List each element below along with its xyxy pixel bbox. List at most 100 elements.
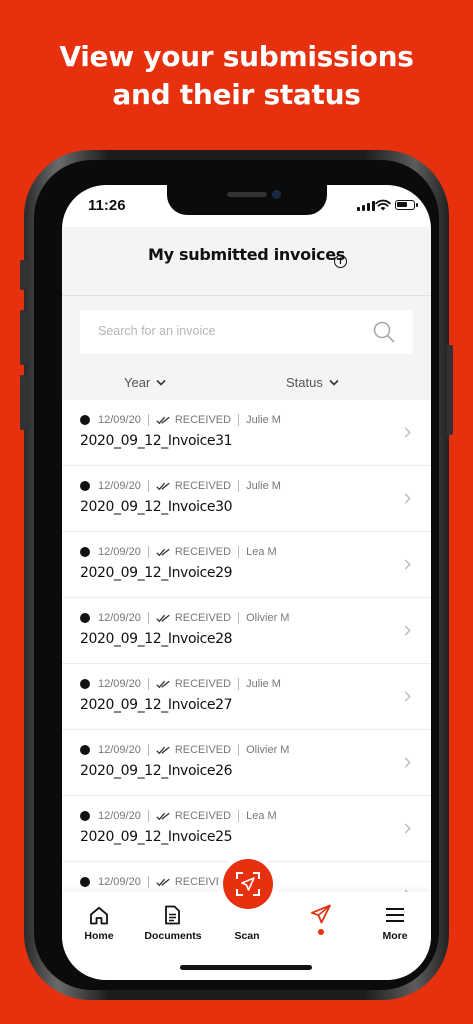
filter-bar: Year Status	[62, 375, 431, 395]
active-tab-indicator	[318, 929, 324, 935]
double-check-icon	[156, 548, 170, 556]
invoice-meta: 12/09/20 RECEIVED Olivier M	[80, 612, 289, 624]
status-dot	[80, 547, 90, 557]
invoice-status: RECEIVED	[174, 480, 232, 492]
separator	[238, 546, 240, 558]
separator	[238, 810, 240, 822]
invoice-row[interactable]: 12/09/20 RECEIVED Julie M 2020_09_12_Inv…	[62, 400, 431, 466]
separator	[147, 876, 149, 888]
status-dot	[80, 745, 90, 755]
invoice-status: RECEIVED	[174, 414, 232, 426]
status-dot	[80, 613, 90, 623]
chevron-right-icon	[404, 559, 411, 570]
status-filter[interactable]: Status	[286, 375, 339, 390]
status-dot	[80, 877, 90, 887]
double-check-icon	[156, 482, 170, 490]
invoice-user: Julie M	[246, 480, 281, 492]
phone-bezel: 11:26 My submitted invoices i Search for…	[34, 160, 439, 990]
double-check-icon	[156, 416, 170, 424]
phone-frame: 11:26 My submitted invoices i Search for…	[20, 150, 453, 1000]
status-time: 11:26	[88, 197, 126, 214]
separator	[238, 414, 240, 426]
invoice-name: 2020_09_12_Invoice31	[80, 433, 233, 449]
invoice-row[interactable]: 12/09/20 RECEIVED Lea M 2020_09_12_Invoi…	[62, 532, 431, 598]
home-indicator	[180, 965, 312, 970]
invoice-row[interactable]: 12/09/20 RECEIVED Julie M 2020_09_12_Inv…	[62, 664, 431, 730]
status-dot	[80, 679, 90, 689]
search-placeholder: Search for an invoice	[98, 324, 216, 338]
invoice-name: 2020_09_12_Invoice30	[80, 499, 233, 515]
separator	[147, 414, 149, 426]
double-check-icon	[156, 614, 170, 622]
invoice-meta: 12/09/20 RECEIVED Julie M	[80, 678, 281, 690]
double-check-icon	[156, 812, 170, 820]
chevron-right-icon	[404, 757, 411, 768]
tab-more-label: More	[382, 930, 408, 942]
invoice-date: 12/09/20	[98, 678, 141, 690]
invoice-date: 12/09/20	[98, 546, 141, 558]
invoice-user: Olivier M	[246, 744, 290, 756]
invoice-name: 2020_09_12_Invoice25	[80, 829, 233, 845]
invoice-meta: 12/09/20 RECEIVED Olivier M	[80, 744, 289, 756]
tab-documents-label: Documents	[144, 930, 202, 942]
invoice-user: Lea M	[246, 810, 277, 822]
info-icon[interactable]: i	[334, 255, 347, 268]
headline-line-2: and their status	[112, 78, 361, 111]
camera	[272, 190, 281, 199]
signal-icon	[357, 201, 375, 211]
invoice-name: 2020_09_12_Invoice29	[80, 565, 233, 581]
status-dot	[80, 481, 90, 491]
invoice-date: 12/09/20	[98, 414, 141, 426]
status-dot	[80, 415, 90, 425]
year-filter[interactable]: Year	[124, 375, 166, 390]
phone-volume-down	[20, 375, 26, 430]
invoice-status: RECEIVED	[174, 810, 232, 822]
year-filter-label: Year	[124, 375, 151, 390]
invoice-meta: 12/09/20 RECEIVED Julie M	[80, 480, 281, 492]
invoice-row[interactable]: 12/09/20 RECEIVED Olivier M 2020_09_12_I…	[62, 730, 431, 796]
double-check-icon	[156, 680, 170, 688]
invoice-user: Julie M	[246, 678, 281, 690]
invoice-date: 12/09/20	[98, 876, 141, 888]
title-row: My submitted invoices i	[62, 245, 431, 268]
separator	[147, 480, 149, 492]
invoice-status: RECEIVED	[174, 612, 232, 624]
separator	[147, 810, 149, 822]
separator	[147, 678, 149, 690]
separator	[238, 612, 240, 624]
tab-scan-label: Scan	[234, 930, 260, 942]
invoice-date: 12/09/20	[98, 810, 141, 822]
chevron-down-icon	[156, 379, 166, 386]
invoice-row[interactable]: 12/09/20 RECEIVED Olivier M 2020_09_12_I…	[62, 598, 431, 664]
invoice-list: 12/09/20 RECEIVED Julie M 2020_09_12_Inv…	[62, 400, 431, 928]
tab-home-label: Home	[84, 930, 114, 942]
invoice-name: 2020_09_12_Invoice26	[80, 763, 233, 779]
promo-headline: View your submissions and their status	[0, 38, 473, 114]
separator	[238, 480, 240, 492]
separator	[238, 744, 240, 756]
chevron-right-icon	[404, 625, 411, 636]
invoice-status: RECEIVED	[174, 678, 232, 690]
invoice-row[interactable]: 12/09/20 RECEIVED Julie M 2020_09_12_Inv…	[62, 466, 431, 532]
invoice-meta: 12/09/20 RECEIVED Lea M	[80, 546, 277, 558]
search-icon[interactable]	[373, 321, 395, 343]
status-filter-label: Status	[286, 375, 323, 390]
phone-volume-up	[20, 310, 26, 365]
double-check-icon	[156, 746, 170, 754]
headline-line-1: View your submissions	[59, 40, 414, 73]
scan-icon	[236, 872, 260, 896]
scan-button[interactable]	[223, 859, 273, 909]
chevron-right-icon	[404, 823, 411, 834]
status-dot	[80, 811, 90, 821]
invoice-user: Olivier M	[246, 612, 290, 624]
invoice-date: 12/09/20	[98, 612, 141, 624]
phone-notch	[167, 185, 327, 215]
invoice-date: 12/09/20	[98, 744, 141, 756]
chevron-right-icon	[404, 691, 411, 702]
invoice-row[interactable]: 12/09/20 RECEIVED Lea M 2020_09_12_Invoi…	[62, 796, 431, 862]
phone-side-button	[20, 260, 26, 290]
home-icon	[90, 906, 108, 925]
paper-plane-icon	[310, 904, 331, 924]
search-input[interactable]: Search for an invoice	[80, 310, 413, 354]
separator	[147, 612, 149, 624]
